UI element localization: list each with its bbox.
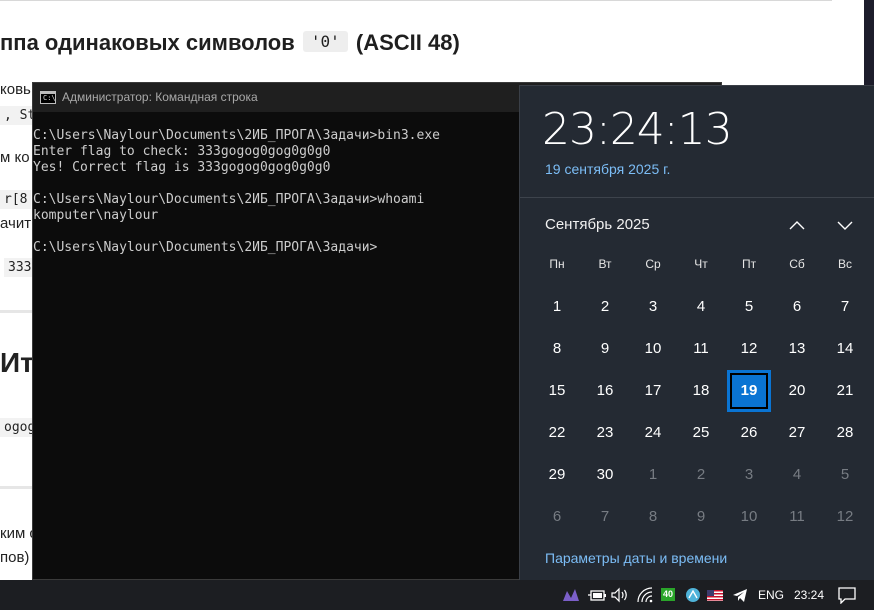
- console-icon[interactable]: C:\: [40, 91, 56, 104]
- wifi-icon[interactable]: [636, 586, 654, 604]
- calendar-day-next-month[interactable]: 3: [725, 454, 773, 496]
- calendar-day-next-month[interactable]: 2: [677, 454, 725, 496]
- weekday-header-row: Пн Вт Ср Чт Пт Сб Вс: [533, 254, 869, 274]
- calendar-day[interactable]: 23: [581, 412, 629, 454]
- document-text-fragment: ковь: [0, 81, 31, 98]
- calendar-day-today[interactable]: 19: [725, 370, 773, 412]
- calendar-day-next-month[interactable]: 12: [821, 496, 869, 538]
- calendar-day[interactable]: 3: [629, 286, 677, 328]
- calendar-day[interactable]: 24: [629, 412, 677, 454]
- document-separator: [0, 310, 32, 313]
- heading-prefix: ппа одинаковых символов: [0, 30, 295, 55]
- weekday-label: Пн: [549, 257, 565, 271]
- calendar-week-row: 8 9 10 11 12 13 14: [533, 328, 869, 370]
- calendar-day[interactable]: 1: [533, 286, 581, 328]
- input-language[interactable]: ENG: [758, 588, 784, 602]
- taskbar: 40 ENG 23:24: [0, 580, 874, 610]
- calendar-week-row: 15 16 17 18 19 20 21: [533, 370, 869, 412]
- chevron-up-icon: [789, 221, 805, 230]
- calendar-day[interactable]: 10: [629, 328, 677, 370]
- calendar-day[interactable]: 5: [725, 286, 773, 328]
- calendar-day-next-month[interactable]: 7: [581, 496, 629, 538]
- weekday-label: Ср: [645, 257, 661, 271]
- us-flag-icon[interactable]: [707, 586, 723, 604]
- document-heading-fragment: Ит: [0, 347, 34, 378]
- calendar-day[interactable]: 7: [821, 286, 869, 328]
- flyout-divider: [520, 197, 874, 198]
- weekday-label: Чт: [694, 257, 708, 271]
- calendar-day[interactable]: 6: [773, 286, 821, 328]
- next-month-button[interactable]: [830, 211, 860, 239]
- calendar-day[interactable]: 2: [581, 286, 629, 328]
- calendar-day[interactable]: 20: [773, 370, 821, 412]
- telegram-icon[interactable]: [731, 586, 749, 604]
- calendar-day[interactable]: 18: [677, 370, 725, 412]
- document-heading: ппа одинаковых символов '0' (ASCII 48): [0, 30, 460, 56]
- calendar-day-next-month[interactable]: 6: [533, 496, 581, 538]
- document-separator: [0, 486, 32, 489]
- weekday-label: Пт: [741, 257, 757, 271]
- previous-month-button[interactable]: [782, 211, 812, 239]
- volume-icon[interactable]: [610, 586, 630, 604]
- calendar-day[interactable]: 30: [581, 454, 629, 496]
- document-text-fragment: пов): [0, 549, 30, 566]
- battery-icon[interactable]: [587, 586, 607, 604]
- calendar-day[interactable]: 17: [629, 370, 677, 412]
- calendar-week-row: 22 23 24 25 26 27 28: [533, 412, 869, 454]
- calendar-day-next-month[interactable]: 4: [773, 454, 821, 496]
- console-title: Администратор: Командная строка: [62, 90, 258, 104]
- calendar-day[interactable]: 27: [773, 412, 821, 454]
- calendar-day[interactable]: 9: [581, 328, 629, 370]
- calendar-day-next-month[interactable]: 10: [725, 496, 773, 538]
- calendar-day[interactable]: 22: [533, 412, 581, 454]
- calendar-day[interactable]: 14: [821, 328, 869, 370]
- calendar-week-row: 6 7 8 9 10 11 12: [533, 496, 869, 538]
- today-label: 19: [740, 382, 758, 399]
- calendar-day-next-month[interactable]: 9: [677, 496, 725, 538]
- full-date-link[interactable]: 19 сентября 2025 г.: [545, 161, 670, 177]
- calendar-day[interactable]: 8: [533, 328, 581, 370]
- calendar-day[interactable]: 29: [533, 454, 581, 496]
- clock-time: 23:24:13: [542, 104, 733, 155]
- calendar-flyout: 23:24:13 19 сентября 2025 г. Сентябрь 20…: [519, 85, 874, 580]
- calendar-grid: Пн Вт Ср Чт Пт Сб Вс 1 2 3 4 5 6 7 8 9 1…: [533, 254, 869, 538]
- calendar-week-row: 29 30 1 2 3 4 5: [533, 454, 869, 496]
- heading-code: '0': [302, 31, 348, 52]
- weekday-label: Вс: [837, 257, 852, 271]
- calendar-day[interactable]: 4: [677, 286, 725, 328]
- document-code-fragment: r[8: [0, 190, 32, 209]
- weekday-label: Вт: [598, 257, 612, 271]
- date-time-settings-link[interactable]: Параметры даты и времени: [545, 550, 727, 566]
- document-text-fragment: м ко: [0, 149, 30, 166]
- calendar-day[interactable]: 15: [533, 370, 581, 412]
- heading-suffix: (ASCII 48): [355, 30, 460, 55]
- calendar-day[interactable]: 28: [821, 412, 869, 454]
- calendar-day[interactable]: 21: [821, 370, 869, 412]
- battery-level-badge[interactable]: 40: [661, 588, 675, 601]
- calendar-day-next-month[interactable]: 11: [773, 496, 821, 538]
- sync-icon[interactable]: [684, 586, 702, 604]
- calendar-day[interactable]: 11: [677, 328, 725, 370]
- calendar-day-next-month[interactable]: 8: [629, 496, 677, 538]
- calendar-day[interactable]: 12: [725, 328, 773, 370]
- calendar-day[interactable]: 26: [725, 412, 773, 454]
- document-rule: [0, 0, 832, 1]
- calendar-week-row: 1 2 3 4 5 6 7: [533, 286, 869, 328]
- document-text-fragment: ачит: [0, 215, 32, 232]
- taskbar-clock[interactable]: 23:24: [794, 588, 824, 602]
- calendar-day[interactable]: 13: [773, 328, 821, 370]
- calendar-day[interactable]: 25: [677, 412, 725, 454]
- calendar-day-next-month[interactable]: 5: [821, 454, 869, 496]
- calendar-day[interactable]: 16: [581, 370, 629, 412]
- calendar-day-next-month[interactable]: 1: [629, 454, 677, 496]
- notification-center-icon[interactable]: [837, 586, 857, 604]
- chevron-down-icon: [837, 221, 853, 230]
- month-label[interactable]: Сентябрь 2025: [545, 216, 650, 233]
- app-tray-icon[interactable]: [562, 586, 580, 604]
- document-code-fragment: 333: [4, 258, 36, 277]
- weekday-label: Сб: [789, 257, 805, 271]
